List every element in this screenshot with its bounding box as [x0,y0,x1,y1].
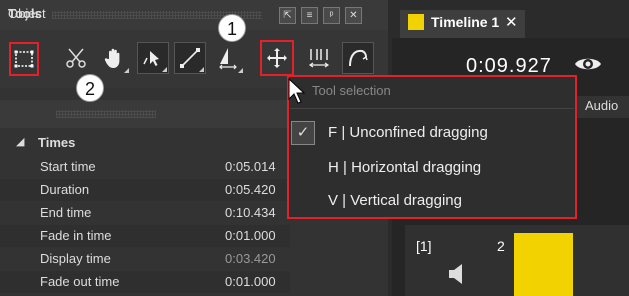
cut-tool-button[interactable] [60,42,92,74]
property-value[interactable]: 0:05.420 [225,182,276,197]
move-arrows-icon [267,48,287,68]
timeline-tab-label: Timeline 1 [431,14,500,30]
hand-tool-button[interactable] [98,42,130,74]
property-row[interactable]: Display time 0:03.420 [0,248,290,270]
audio-column-label: Audio [585,98,619,113]
menu-item-unconfined-dragging[interactable]: F | Unconfined dragging [290,118,574,148]
menu-item-label: H | Horizontal dragging [328,159,482,176]
property-label: Start time [40,159,96,174]
object-panel-title: Object [8,6,46,21]
checkmark-icon: ✓ [291,121,315,145]
pin-icon[interactable]: ᵖ [323,7,340,24]
property-label: End time [40,205,92,220]
curve-tool-button[interactable] [342,42,374,74]
move-tool-button[interactable] [260,40,294,76]
property-value[interactable]: 0:10.434 [225,205,276,220]
curve-icon [349,49,368,67]
trim-icon [308,49,330,68]
timeline-tab-icon [408,14,424,30]
property-label: Fade out time [40,274,120,289]
select-tool-button[interactable] [9,42,39,76]
close-icon[interactable]: ✕ [345,7,362,24]
eye-icon[interactable] [573,52,603,76]
menu-divider [290,108,574,109]
property-row[interactable]: Fade in time 0:01.000 [0,225,290,247]
select-rectangle-icon [14,50,34,68]
track-number: 2 [497,238,505,254]
property-row[interactable]: Duration 0:05.420 [0,179,290,201]
pointer-edit-tool-button[interactable] [137,42,169,74]
menu-item-label: F | Unconfined dragging [328,124,488,141]
hand-icon [104,48,120,68]
object-drag-grip[interactable] [56,110,156,118]
property-value[interactable]: 0:03.420 [225,251,276,266]
skew-tool-button[interactable] [212,42,244,74]
tool-selection-title: Tool selection [312,83,391,98]
property-label: Display time [40,251,111,266]
line-tool-button[interactable] [174,42,206,74]
dock-icon[interactable]: ⇱ [279,7,296,24]
track-index: [1] [416,238,432,254]
property-value[interactable]: 0:01.000 [225,274,276,289]
property-label: Fade in time [40,228,112,243]
property-row[interactable]: Start time 0:05.014 [0,156,290,178]
menu-item-label: V | Vertical dragging [328,192,462,209]
trim-tool-button[interactable] [303,42,335,74]
property-row[interactable]: End time 0:10.434 [0,202,290,224]
callout-marker-1: 1 [218,14,246,42]
collapse-triangle-icon[interactable]: ◢ [16,135,24,148]
speaker-icon[interactable] [446,262,468,286]
timeline-clip[interactable] [514,233,573,296]
callout-marker-2: 2 [76,74,104,102]
menu-item-vertical-dragging[interactable]: V | Vertical dragging [290,186,574,216]
property-label: Duration [40,182,90,197]
property-value[interactable]: 0:05.014 [225,159,276,174]
property-row[interactable]: Fade out time 0:01.000 [0,271,290,293]
property-value[interactable]: 0:01.000 [225,228,276,243]
scissors-icon [66,48,86,68]
skew-icon [219,48,237,70]
mouse-cursor-icon [288,78,306,104]
menu-item-horizontal-dragging[interactable]: H | Horizontal dragging [290,153,574,183]
times-group-row[interactable]: ◢ Times [0,132,290,154]
menu-icon[interactable]: ≡ [301,7,318,24]
times-group-label: Times [38,135,76,150]
tab-close-icon[interactable]: ✕ [505,13,518,31]
